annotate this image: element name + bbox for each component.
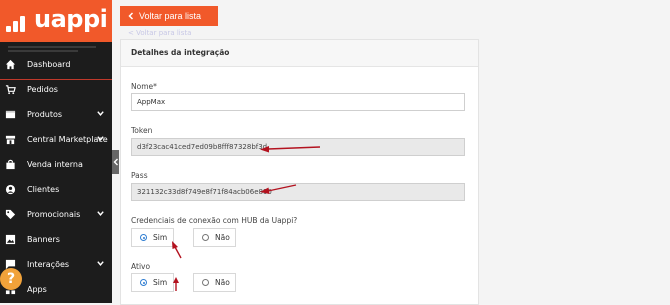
active-separator — [0, 79, 112, 80]
hub-no-label: Não — [215, 233, 230, 242]
chevron-down-icon — [97, 136, 104, 141]
sidebar-item-label: Produtos — [27, 110, 63, 119]
help-button[interactable]: ? — [0, 268, 22, 290]
annotation-arrow-icon — [260, 146, 321, 153]
sidebar-item-label: Apps — [27, 285, 47, 294]
sidebar-item-pedidos[interactable]: Pedidos — [0, 77, 112, 102]
panel-title: Detalhes da integração — [131, 48, 230, 57]
chevron-down-icon — [97, 261, 104, 266]
sidebar-item-label: Interações — [27, 260, 70, 269]
active-label: Ativo — [131, 262, 151, 271]
sidebar-item-produtos[interactable]: Produtos — [0, 102, 112, 127]
sidebar-collapse-toggle[interactable] — [112, 150, 119, 174]
bag-icon — [6, 159, 15, 170]
radio-selected-icon — [140, 279, 147, 286]
name-label: Nome* — [131, 82, 157, 91]
cart-icon — [5, 85, 16, 95]
user-icon — [5, 184, 16, 195]
back-to-list-label: Voltar para lista — [139, 11, 202, 21]
annotation-arrow-icon — [260, 184, 297, 194]
sidebar-item-label: Promocionais — [27, 210, 81, 219]
chevron-left-icon — [128, 12, 134, 20]
active-no-label: Não — [215, 278, 230, 287]
annotation-arrow-icon — [172, 241, 182, 259]
sidebar-nav: Dashboard Pedidos Produtos Central Marke… — [0, 52, 112, 302]
hub-yes-radio[interactable]: Sim — [131, 228, 174, 247]
chevron-left-icon — [113, 158, 118, 166]
annotation-arrow-icon — [173, 277, 179, 291]
sidebar-item-label: Venda interna — [27, 160, 83, 169]
logo-bars-icon — [6, 12, 30, 32]
sidebar-item-central-marketplace[interactable]: Central Marketplace — [0, 127, 112, 152]
sidebar-item-banners[interactable]: Banners — [0, 227, 112, 252]
pass-label: Pass — [131, 171, 148, 180]
tag-icon — [5, 209, 16, 220]
sidebar-item-label: Pedidos — [27, 85, 58, 94]
sidebar-item-label: Banners — [27, 235, 60, 244]
image-icon — [5, 234, 16, 245]
active-yes-label: Sim — [153, 278, 168, 287]
logo-text: uappi — [34, 5, 108, 33]
panel-header: Detalhes da integração — [121, 40, 478, 67]
token-label: Token — [131, 126, 153, 135]
back-to-list-button[interactable]: Voltar para lista — [120, 6, 218, 26]
pass-field[interactable]: 321132c33d8f749e8f71f84acb06e890 — [131, 183, 465, 201]
chevron-down-icon — [97, 111, 104, 116]
back-link-ghost: < Voltar para lista — [128, 29, 192, 37]
box-icon — [5, 110, 16, 119]
sidebar-item-dashboard[interactable]: Dashboard — [0, 52, 112, 77]
hub-no-radio[interactable]: Não — [193, 228, 236, 247]
sidebar: uappi Dashboard Pedidos Produtos Central… — [0, 0, 112, 303]
logo-tagline — [8, 44, 96, 52]
home-icon — [5, 59, 16, 70]
hub-label: Credenciais de conexão com HUB da Uappi? — [131, 216, 298, 225]
store-icon — [5, 135, 16, 145]
chevron-down-icon — [97, 211, 104, 216]
sidebar-item-venda-interna[interactable]: Venda interna — [0, 152, 112, 177]
radio-unselected-icon — [202, 234, 209, 241]
sidebar-item-promocionais[interactable]: Promocionais — [0, 202, 112, 227]
sidebar-item-clientes[interactable]: Clientes — [0, 177, 112, 202]
integration-panel: Detalhes da integração Nome* AppMax Toke… — [120, 39, 479, 305]
logo[interactable]: uappi — [0, 0, 112, 42]
radio-unselected-icon — [202, 279, 209, 286]
sidebar-item-label: Clientes — [27, 185, 60, 194]
topbar — [219, 0, 670, 34]
radio-selected-icon — [140, 234, 147, 241]
sidebar-item-label: Dashboard — [27, 60, 71, 69]
active-no-radio[interactable]: Não — [193, 273, 236, 292]
hub-yes-label: Sim — [153, 233, 168, 242]
name-field[interactable]: AppMax — [131, 93, 465, 111]
active-yes-radio[interactable]: Sim — [131, 273, 174, 292]
